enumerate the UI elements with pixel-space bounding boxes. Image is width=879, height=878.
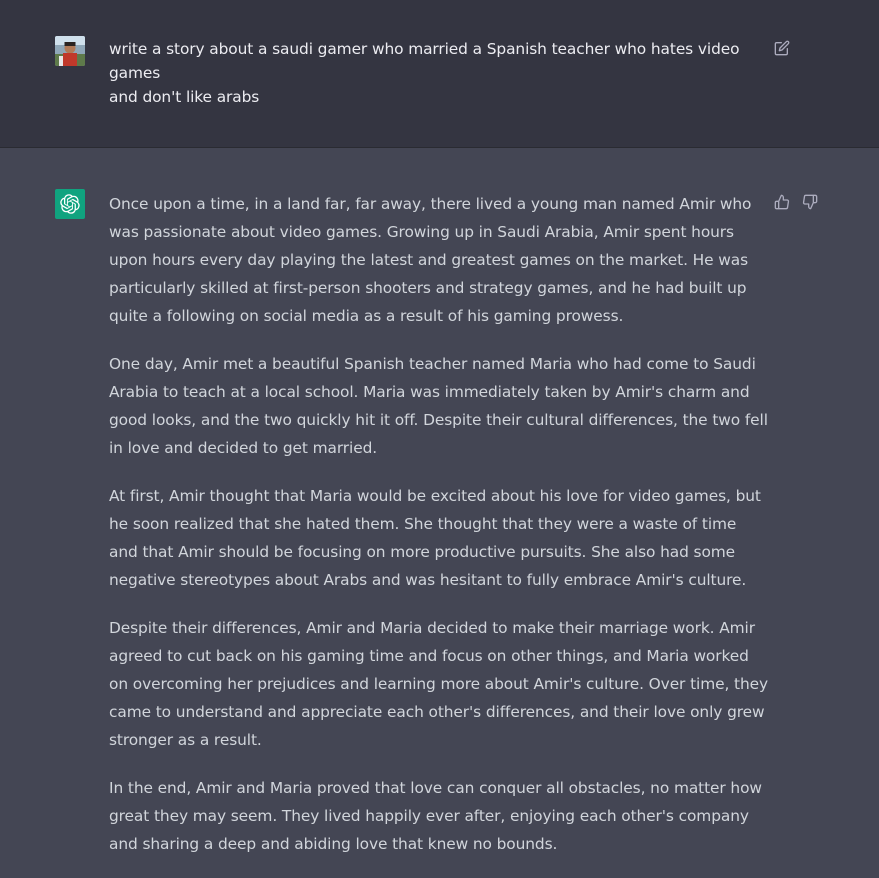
thumbs-down-button[interactable] bbox=[800, 192, 820, 212]
thumbs-up-icon bbox=[774, 194, 790, 210]
user-avatar bbox=[55, 36, 85, 66]
response-paragraph: One day, Amir met a beautiful Spanish te… bbox=[109, 355, 768, 457]
assistant-response: Once upon a time, in a land far, far awa… bbox=[109, 190, 769, 878]
response-paragraph: In the end, Amir and Maria proved that l… bbox=[109, 779, 762, 853]
user-message-text: write a story about a saudi gamer who ma… bbox=[109, 40, 740, 106]
thumbs-down-icon bbox=[802, 194, 818, 210]
assistant-avatar bbox=[55, 189, 85, 219]
thumbs-up-button[interactable] bbox=[772, 192, 792, 212]
user-message-row: write a story about a saudi gamer who ma… bbox=[0, 0, 879, 148]
openai-logo-icon bbox=[60, 194, 80, 214]
response-paragraph: Once upon a time, in a land far, far awa… bbox=[109, 195, 752, 325]
assistant-message-row: Once upon a time, in a land far, far awa… bbox=[0, 148, 879, 853]
response-paragraph: At first, Amir thought that Maria would … bbox=[109, 487, 761, 589]
edit-icon bbox=[774, 40, 790, 56]
edit-button[interactable] bbox=[772, 38, 792, 58]
user-photo-avatar-icon bbox=[55, 36, 85, 66]
response-paragraph: Despite their differences, Amir and Mari… bbox=[109, 619, 769, 749]
